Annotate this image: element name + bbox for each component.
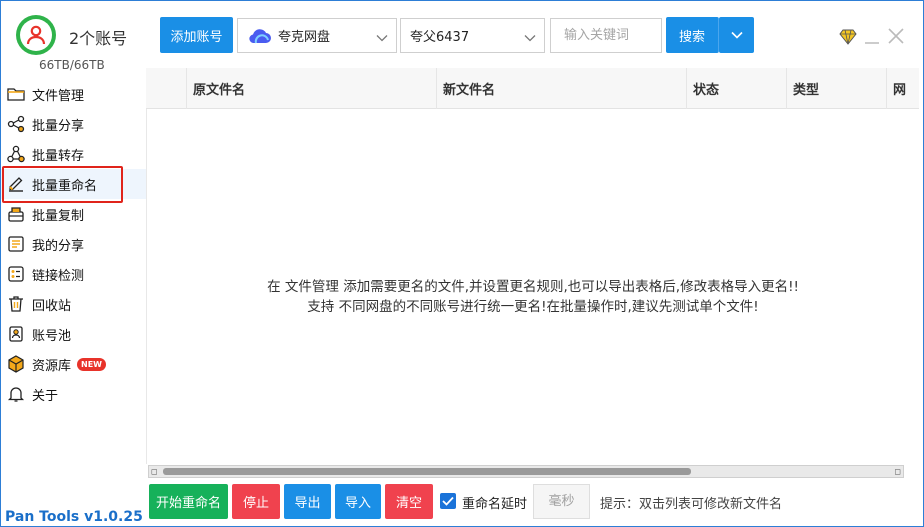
- sidebar-item-label: 批量重命名: [32, 178, 98, 194]
- column-header-status[interactable]: 状态: [687, 68, 787, 109]
- sidebar: 文件管理 批量分享 批量转存 批量重命名 批量复制 我的分享 链接检测 回收站: [1, 79, 146, 409]
- sidebar-item-label: 文件管理: [32, 88, 85, 104]
- sidebar-item-recycle-bin[interactable]: 回收站: [1, 289, 146, 319]
- account-select-value: 夸父6437: [410, 30, 470, 45]
- export-button[interactable]: 导出: [284, 484, 331, 519]
- sidebar-item-label: 账号池: [32, 328, 72, 344]
- resource-icon: [7, 355, 25, 373]
- sidebar-item-label: 回收站: [32, 298, 72, 314]
- cloud-icon: [246, 27, 272, 45]
- search-dropdown-button[interactable]: [719, 17, 754, 53]
- sidebar-item-label: 批量转存: [32, 148, 85, 164]
- avatar[interactable]: [16, 15, 56, 55]
- sidebar-item-label: 关于: [32, 388, 59, 404]
- import-button[interactable]: 导入: [335, 484, 381, 519]
- start-rename-button[interactable]: 开始重命名: [149, 484, 228, 519]
- sidebar-item-label: 资源库: [32, 358, 72, 374]
- scroll-left-icon[interactable]: ◻: [151, 467, 158, 476]
- account-select[interactable]: 夸父6437: [400, 18, 545, 53]
- sidebar-item-label: 链接检测: [32, 268, 85, 284]
- close-icon[interactable]: [888, 28, 904, 48]
- chevron-down-icon: [730, 31, 743, 39]
- sidebar-item-my-share[interactable]: 我的分享: [1, 229, 146, 259]
- column-header-select[interactable]: [146, 68, 187, 109]
- drive-select-value: 夸克网盘: [278, 30, 331, 45]
- my-share-icon: [7, 235, 25, 253]
- file-table-body[interactable]: 在 文件管理 添加需要更名的文件,并设置更名规则,也可以导出表格后,修改表格导入…: [146, 109, 919, 464]
- empty-state-line-1: 在 文件管理 添加需要更名的文件,并设置更名规则,也可以导出表格后,修改表格导入…: [267, 279, 799, 295]
- storage-usage: 66TB/66TB: [39, 58, 105, 72]
- sidebar-item-label: 批量复制: [32, 208, 85, 224]
- column-header-drive[interactable]: 网: [887, 68, 919, 109]
- sidebar-item-label: 批量分享: [32, 118, 85, 134]
- hint-text: 提示：双击列表可修改新文件名: [600, 497, 783, 512]
- empty-state-message: 在 文件管理 添加需要更名的文件,并设置更名规则,也可以导出表格后,修改表格导入…: [147, 277, 919, 317]
- sidebar-item-resource-library[interactable]: 资源库 NEW: [1, 349, 146, 379]
- diamond-icon[interactable]: [839, 29, 857, 49]
- sidebar-item-label: 我的分享: [32, 238, 85, 254]
- add-account-button[interactable]: 添加账号: [160, 17, 233, 53]
- check-icon: [442, 496, 454, 506]
- account-count: 2个账号: [69, 29, 128, 48]
- rename-delay-label[interactable]: 重命名延时: [462, 493, 527, 512]
- keyword-input[interactable]: [550, 18, 662, 53]
- stop-button[interactable]: 停止: [232, 484, 280, 519]
- scroll-right-icon[interactable]: ◻: [894, 467, 901, 476]
- transfer-icon: [7, 145, 25, 163]
- column-header-type[interactable]: 类型: [787, 68, 887, 109]
- sidebar-item-file-manager[interactable]: 文件管理: [1, 79, 146, 109]
- table-header: 原文件名 新文件名 状态 类型 网: [146, 68, 919, 109]
- horizontal-scrollbar[interactable]: ◻ ◻: [148, 465, 904, 478]
- app-window: 2个账号 66TB/66TB 添加账号 夸克网盘 夸父6437 搜索 文件管理 …: [0, 0, 924, 527]
- column-header-new-name[interactable]: 新文件名: [437, 68, 687, 109]
- minimize-icon[interactable]: [865, 34, 879, 49]
- search-button[interactable]: 搜索: [666, 17, 719, 53]
- new-badge: NEW: [77, 357, 106, 371]
- chevron-down-icon: [376, 31, 388, 46]
- user-icon: [20, 19, 52, 51]
- sidebar-item-account-pool[interactable]: 账号池: [1, 319, 146, 349]
- share-icon: [7, 115, 25, 133]
- rename-delay-checkbox[interactable]: [440, 493, 456, 509]
- sidebar-item-about[interactable]: 关于: [1, 379, 146, 409]
- column-header-original-name[interactable]: 原文件名: [187, 68, 437, 109]
- delay-ms-input[interactable]: [533, 484, 590, 519]
- clear-button[interactable]: 清空: [385, 484, 433, 519]
- app-version: Pan Tools v1.0.25: [5, 509, 143, 525]
- sidebar-item-batch-copy[interactable]: 批量复制: [1, 199, 146, 229]
- drive-select[interactable]: 夸克网盘: [237, 18, 397, 53]
- scrollbar-thumb[interactable]: [163, 468, 691, 475]
- sidebar-item-batch-rename[interactable]: 批量重命名: [1, 166, 146, 203]
- sidebar-item-batch-share[interactable]: 批量分享: [1, 109, 146, 139]
- empty-state-line-2: 支持 不同网盘的不同账号进行统一更名!在批量操作时,建议先测试单个文件!: [307, 299, 759, 315]
- account-pool-icon: [7, 325, 25, 343]
- copy-icon: [7, 205, 25, 223]
- folder-icon: [7, 85, 25, 103]
- link-check-icon: [7, 265, 25, 283]
- sidebar-item-link-check[interactable]: 链接检测: [1, 259, 146, 289]
- chevron-down-icon: [524, 31, 536, 46]
- trash-icon: [7, 295, 25, 313]
- rename-icon: [7, 175, 25, 193]
- bell-icon: [7, 385, 25, 403]
- sidebar-item-batch-transfer[interactable]: 批量转存: [1, 139, 146, 169]
